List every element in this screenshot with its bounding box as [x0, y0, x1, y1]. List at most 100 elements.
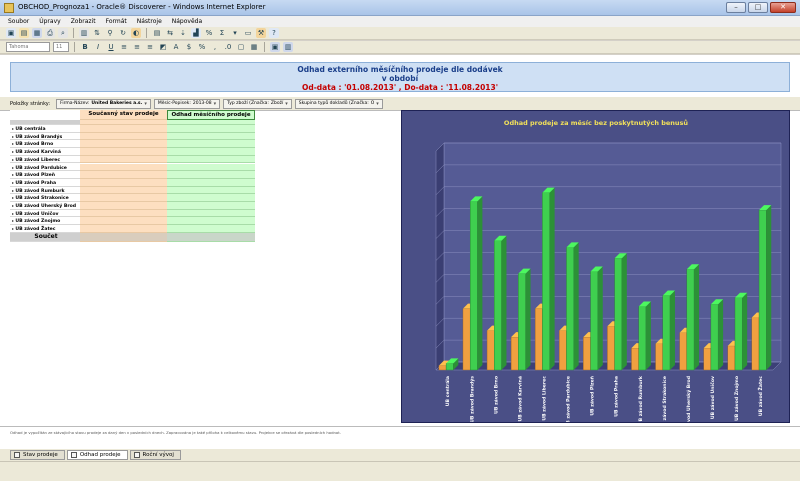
font-color-icon[interactable]: A — [171, 42, 181, 52]
align-right-icon[interactable]: ≡ — [145, 42, 155, 52]
page-item-company[interactable]: Firma-Název: United Bakeries a.s. ▾ — [56, 98, 151, 109]
tab-rocni-vyvoj[interactable]: Roční vývoj — [129, 450, 181, 460]
pivot-icon[interactable]: ⇆ — [165, 28, 175, 38]
new-icon[interactable]: ▣ — [6, 28, 16, 38]
menu-nastroje[interactable]: Nástroje — [137, 16, 162, 27]
layout-chart-icon[interactable]: ▥ — [283, 42, 293, 52]
cell-estimated-sales[interactable] — [167, 202, 255, 210]
cell-estimated-sales[interactable] — [167, 132, 255, 141]
cell-estimated-sales[interactable] — [167, 125, 255, 133]
row-header[interactable]: ▸ UB závod Rumburk — [10, 186, 80, 195]
column-header-current-sales[interactable]: Současný stav prodeje — [80, 110, 167, 120]
align-left-icon[interactable]: ≡ — [119, 42, 129, 52]
row-header[interactable]: ▸ UB centrála — [10, 125, 80, 133]
fill-color-icon[interactable]: ◩ — [158, 42, 168, 52]
layout-table-icon[interactable]: ▣ — [270, 42, 280, 52]
help-icon[interactable]: ? — [269, 28, 279, 38]
cell-current-sales[interactable] — [80, 178, 167, 187]
calculate-icon[interactable]: ◐ — [131, 28, 141, 38]
page-item-doc-group[interactable]: Skupina typů dokladů (Značka: O ▾ — [294, 98, 383, 109]
cell-estimated-sales[interactable] — [167, 163, 255, 172]
comma-icon[interactable]: , — [210, 42, 220, 52]
cell-current-sales[interactable] — [80, 148, 167, 156]
cell-estimated-sales[interactable] — [167, 178, 255, 187]
row-header[interactable]: ▸ UB závod Liberec — [10, 155, 80, 164]
page-item-month[interactable]: Měsíc-Popisek: 2013-08 ▾ — [153, 98, 221, 109]
print-icon[interactable]: ⎙ — [45, 28, 55, 38]
lock-icon[interactable]: ▭ — [243, 28, 253, 38]
percent-icon[interactable]: % — [204, 28, 214, 38]
open-icon[interactable]: ▤ — [19, 28, 29, 38]
menu-napoveda[interactable]: Nápověda — [172, 16, 202, 27]
menu-format[interactable]: Formát — [106, 16, 127, 27]
tab-stav-prodeje[interactable]: Stav prodeje — [10, 450, 65, 460]
tool-icon[interactable]: ⚒ — [256, 28, 266, 38]
percent-format-icon[interactable]: % — [197, 42, 207, 52]
cell-estimated-sales[interactable] — [167, 194, 255, 202]
print-preview-icon[interactable]: ⌕ — [58, 28, 68, 38]
underline-icon[interactable]: U — [106, 42, 116, 52]
row-header[interactable]: ▸ UB závod Karviná — [10, 148, 80, 156]
menu-upravy[interactable]: Úpravy — [39, 16, 60, 27]
font-select[interactable]: Tahoma — [6, 42, 50, 52]
cell-current-sales[interactable] — [80, 132, 167, 141]
minimize-button[interactable]: – — [726, 2, 746, 13]
maximize-button[interactable]: □ — [748, 2, 768, 13]
cell-current-sales[interactable] — [80, 217, 167, 226]
column-header-estimated-sales[interactable]: Odhad měsíčního prodeje — [167, 110, 255, 120]
cell-estimated-sales[interactable] — [167, 148, 255, 156]
align-center-icon[interactable]: ≡ — [132, 42, 142, 52]
close-button[interactable]: ✕ — [770, 2, 796, 13]
cell-estimated-sales[interactable] — [167, 225, 255, 233]
row-header[interactable]: ▸ UB závod Strakonice — [10, 194, 80, 202]
row-header[interactable]: ▸ UB závod Žatec — [10, 225, 80, 233]
cell-current-sales[interactable] — [80, 140, 167, 149]
cell-estimated-sales[interactable] — [167, 217, 255, 226]
row-header[interactable]: ▸ UB závod Brno — [10, 140, 80, 149]
currency-icon[interactable]: $ — [184, 42, 194, 52]
drill-icon[interactable]: ⇣ — [178, 28, 188, 38]
italic-icon[interactable]: I — [93, 42, 103, 52]
border-icon[interactable]: ▢ — [236, 42, 246, 52]
save-icon[interactable]: ▦ — [32, 28, 42, 38]
page-item-goods-type[interactable]: Typ zboží (Značka: Zboží ▾ — [223, 98, 292, 109]
row-header[interactable]: ▸ UB závod Brandýs — [10, 132, 80, 141]
bold-icon[interactable]: B — [80, 42, 90, 52]
cell-current-sales[interactable] — [80, 163, 167, 172]
font-size-select[interactable]: 11 — [53, 42, 69, 52]
tab-odhad-prodeje[interactable]: Odhad prodeje — [66, 450, 128, 460]
refresh-icon[interactable]: ↻ — [118, 28, 128, 38]
row-header[interactable]: ▸ UB závod Znojmo — [10, 217, 80, 226]
menu-soubor[interactable]: Soubor — [8, 16, 29, 27]
cell-current-sales[interactable] — [80, 194, 167, 202]
grid-icon[interactable]: ▦ — [249, 42, 259, 52]
row-header[interactable]: ▸ UB závod Uničov — [10, 209, 80, 218]
sum-icon[interactable]: Σ — [217, 28, 227, 38]
row-header[interactable]: ▸ UB závod Pardubice — [10, 163, 80, 172]
cell-current-sales[interactable] — [80, 125, 167, 133]
cell-estimated-sales[interactable] — [167, 209, 255, 218]
format-icon[interactable]: ▤ — [152, 28, 162, 38]
chart-icon[interactable]: ▟ — [191, 28, 201, 38]
cell-current-sales[interactable] — [80, 202, 167, 210]
cell-estimated-sales[interactable] — [167, 186, 255, 195]
row-header[interactable]: ▸ UB závod Uherský Brod — [10, 202, 80, 210]
cell-current-sales[interactable] — [80, 171, 167, 179]
cell-current-sales[interactable] — [80, 225, 167, 233]
decimal-icon[interactable]: .0 — [223, 42, 233, 52]
row-header[interactable]: ▸ UB závod Plzeň — [10, 171, 80, 179]
cell-current-sales[interactable] — [80, 186, 167, 195]
cell-current-sales[interactable] — [80, 155, 167, 164]
cell-estimated-sales[interactable] — [167, 140, 255, 149]
cell-estimated-sales[interactable] — [167, 155, 255, 164]
sort-icon[interactable]: ⇅ — [92, 28, 102, 38]
table-icon[interactable]: ▥ — [79, 28, 89, 38]
cell-estimated-sales[interactable] — [167, 171, 255, 179]
bar-estimate-5-front — [566, 247, 574, 371]
cell-current-sales[interactable] — [80, 209, 167, 218]
chart-panel[interactable]: Odhad prodeje za měsíc bez poskytnutých … — [401, 110, 790, 423]
menu-zobrazit[interactable]: Zobrazit — [71, 16, 96, 27]
row-header[interactable]: ▸ UB závod Praha — [10, 178, 80, 187]
condition-icon[interactable]: ▾ — [230, 28, 240, 38]
filter-icon[interactable]: ⚲ — [105, 28, 115, 38]
